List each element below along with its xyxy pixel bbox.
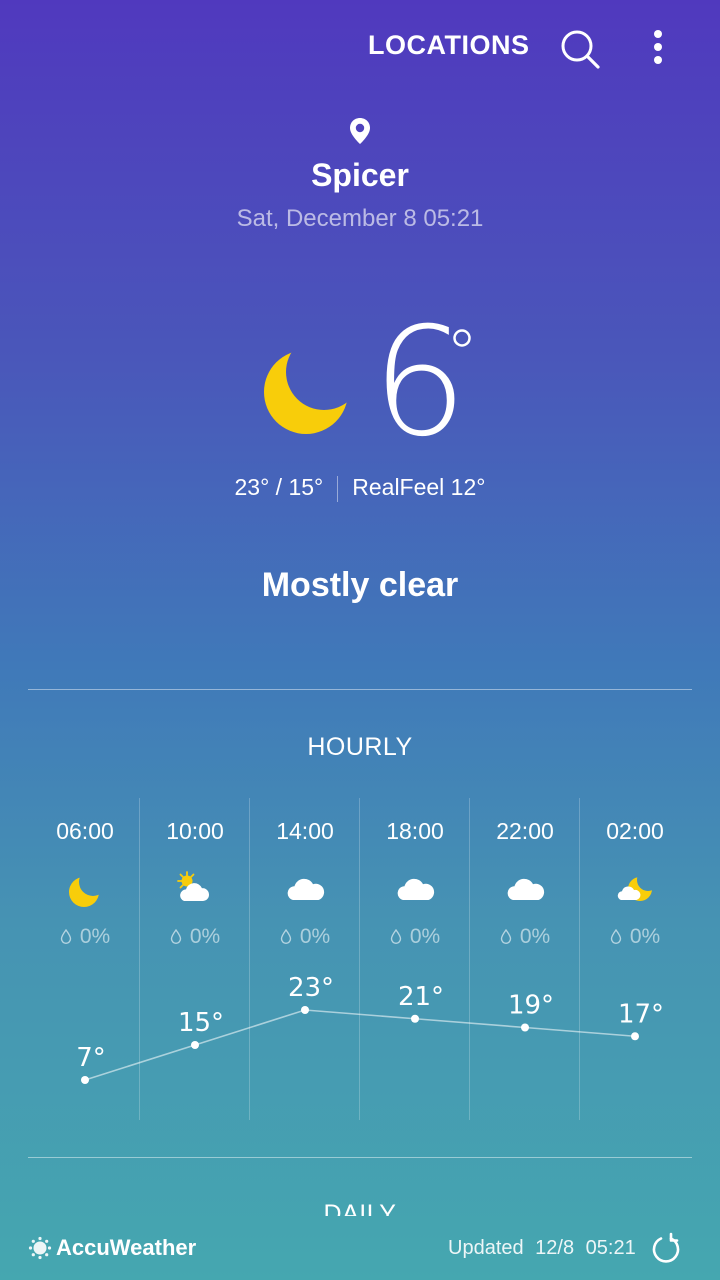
degree-symbol-icon [450,326,474,350]
hour-time: 18:00 [386,818,444,844]
divider [28,689,692,690]
partly-cloudy-night-icon [615,870,655,910]
hour-time: 14:00 [276,818,334,844]
temperature-label: 17° [618,999,664,1029]
precip-value: 0% [629,925,661,948]
temperature-label: 23° [288,973,334,1003]
raindrop-icon [500,929,512,944]
temperature-label: 21° [398,982,444,1012]
temperature-point [521,1023,529,1032]
precip-chance: 0% [360,925,470,949]
temperature-point [191,1041,199,1049]
raindrop-icon [60,929,72,944]
refresh-icon[interactable] [650,1232,682,1264]
temperature-label: 7° [76,1043,106,1073]
temperature-point [631,1032,639,1041]
location-pin-icon [345,116,375,146]
raindrop-icon [280,929,292,944]
temperature-point [81,1076,89,1084]
raindrop-icon [170,929,182,944]
separator [337,475,339,502]
raindrop-icon [610,929,622,944]
hour-time: 10:00 [166,818,224,844]
hour-time: 22:00 [496,818,554,844]
updated-time: Updated 12/8 05:21 [448,1237,636,1259]
precip-chance: 0% [30,925,140,949]
cloud-icon [505,870,545,910]
temperature-point [301,1006,309,1014]
search-icon[interactable] [558,28,602,70]
precip-value: 0% [79,925,111,948]
accuweather-logo[interactable]: AccuWeather [28,1235,196,1261]
precip-chance: 0% [250,925,360,949]
temperature-label: 15° [178,1008,224,1038]
precip-chance: 0% [140,925,250,949]
more-vert-icon[interactable] [642,28,672,68]
moon-icon [262,346,354,438]
daily-title: DAILY [323,1200,397,1216]
weather-condition: Mostly clear [261,566,459,604]
high-low-temp: 23° / 15° [234,474,324,500]
city-name: Spicer [311,157,409,193]
precip-chance: 0% [470,925,580,949]
precip-value: 0% [299,925,331,948]
hourly-temperature-chart: 7° 15° 23° 21° 19° 17° [76,973,664,1084]
precip-value: 0% [519,925,551,948]
raindrop-icon [390,929,402,944]
precip-value: 0% [409,925,441,948]
precip-chance: 0% [580,925,690,949]
temperature-label: 19° [508,991,554,1021]
cloud-icon [395,870,435,910]
brand-name: AccuWeather [56,1235,197,1260]
date-time: Sat, December 8 05:21 [236,205,484,232]
cloud-icon [285,870,325,910]
hourly-title: HOURLY [307,733,413,761]
hour-time: 02:00 [606,818,664,844]
locations-button[interactable]: LOCATIONS [368,30,530,61]
precip-value: 0% [189,925,221,948]
partly-sunny-icon [175,870,215,910]
temperature-point [411,1014,419,1023]
hour-time: 06:00 [56,818,114,844]
divider [28,1157,692,1158]
realfeel-temp: RealFeel 12° [352,474,486,500]
high-low-realfeel: 23° / 15° RealFeel 12° [0,474,720,502]
moon-icon [65,870,105,910]
accuweather-sun-icon [28,1236,52,1260]
temperature-line [84,1009,636,1081]
